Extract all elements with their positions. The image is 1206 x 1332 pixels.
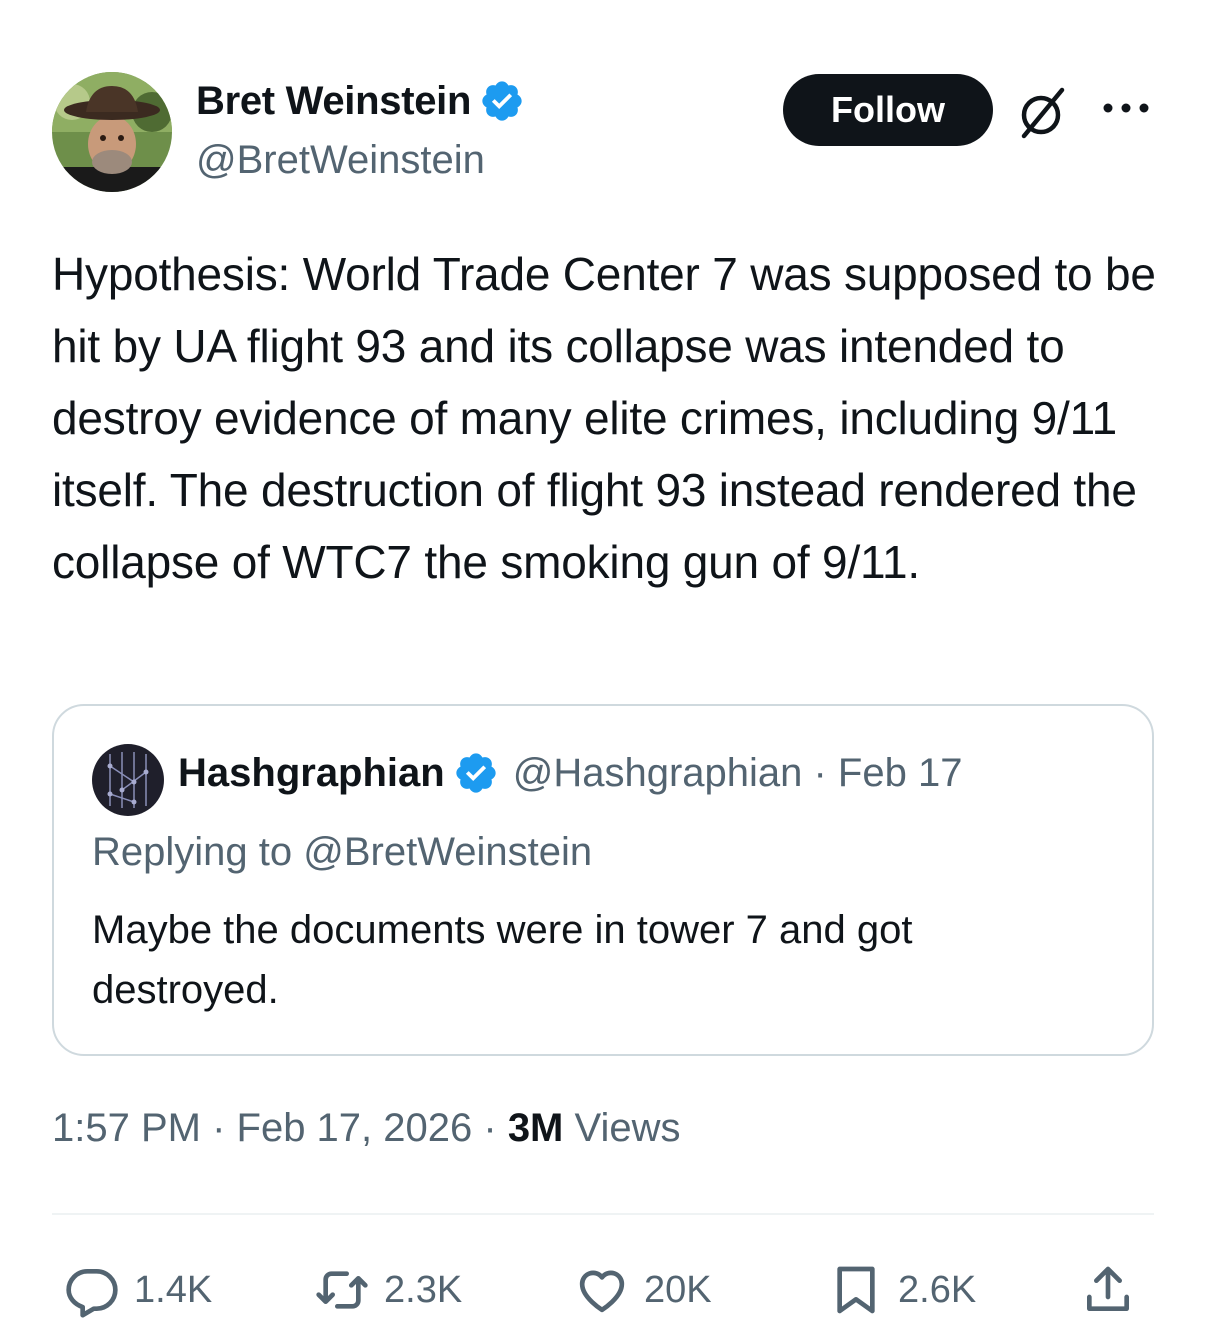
replying-to: Replying to @BretWeinstein: [92, 830, 593, 874]
bookmark-icon: [837, 1266, 875, 1314]
reply-button[interactable]: 1.4K: [64, 1250, 212, 1330]
tweet-header: Bret Weinstein @BretWeinstein Follow: [52, 72, 1162, 194]
like-button[interactable]: 20K: [574, 1250, 712, 1330]
verified-badge-icon: [456, 753, 496, 793]
views-label: Views: [563, 1106, 681, 1150]
author-handle[interactable]: @BretWeinstein: [196, 138, 485, 183]
more-icon[interactable]: [1100, 94, 1152, 122]
reply-icon: [66, 1269, 118, 1318]
repost-count: 2.3K: [384, 1268, 463, 1311]
action-bar: 1.4K 2.3K 20K 2.6K: [52, 1250, 1154, 1330]
tweet-text: Hypothesis: World Trade Center 7 was sup…: [52, 248, 1156, 588]
verified-badge-icon: [482, 81, 522, 121]
share-button[interactable]: [1080, 1250, 1150, 1330]
tweet-meta: 1:57 PM · Feb 17, 2026 · 3M Views: [52, 1106, 680, 1151]
heart-icon: [579, 1270, 625, 1313]
quoted-author-avatar[interactable]: [92, 744, 164, 816]
grok-icon[interactable]: [1014, 84, 1072, 142]
reply-count: 1.4K: [134, 1268, 213, 1311]
like-count: 20K: [644, 1268, 712, 1311]
repost-button[interactable]: 2.3K: [314, 1250, 462, 1330]
repost-icon: [316, 1271, 368, 1309]
divider: [52, 1213, 1154, 1215]
views-count: 3M: [507, 1106, 564, 1150]
quoted-tweet[interactable]: Hashgraphian @Hashgraphian · Feb 17 Repl…: [52, 704, 1154, 1056]
quoted-text: Maybe the documents were in tower 7 and …: [92, 908, 913, 1012]
timestamp[interactable]: 1:57 PM · Feb 17, 2026 ·: [52, 1106, 508, 1150]
bookmark-count: 2.6K: [898, 1268, 977, 1311]
author-name-row: Bret Weinstein: [196, 78, 525, 124]
quoted-author-name[interactable]: Hashgraphian: [178, 751, 445, 796]
bookmark-button[interactable]: 2.6K: [828, 1250, 976, 1330]
follow-button[interactable]: Follow: [783, 74, 993, 146]
quoted-handle-date: @Hashgraphian · Feb 17: [512, 750, 963, 795]
quoted-header: Hashgraphian @Hashgraphian · Feb 17: [178, 750, 962, 796]
author-avatar[interactable]: [52, 72, 172, 192]
author-name[interactable]: Bret Weinstein: [196, 79, 471, 124]
share-icon: [1087, 1266, 1129, 1311]
